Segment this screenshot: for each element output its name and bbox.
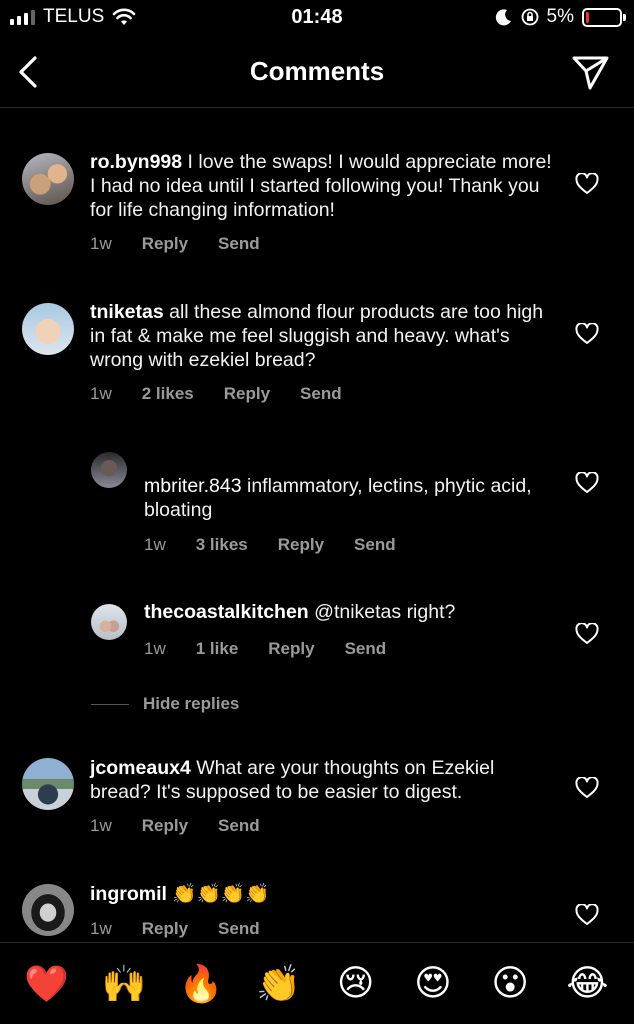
comment-text: jcomeaux4 What are your thoughts on Ezek… — [90, 756, 560, 804]
timestamp: 1w — [90, 919, 112, 938]
divider — [91, 703, 129, 705]
heart-icon[interactable] — [575, 323, 599, 345]
battery-icon — [582, 7, 626, 27]
battery-percent: 5% — [546, 6, 574, 27]
username[interactable]: jcomeaux4 — [90, 757, 191, 779]
avatar[interactable] — [91, 452, 127, 488]
send-button[interactable]: Send — [354, 535, 396, 555]
clapping-emoji-button[interactable]: 👏 — [250, 963, 306, 1005]
username[interactable]: tniketas — [90, 301, 164, 323]
heart-icon[interactable] — [575, 777, 599, 799]
heart-icon[interactable] — [575, 623, 599, 645]
heart-icon[interactable] — [575, 472, 599, 494]
comment-meta: 1w Reply Send — [90, 816, 290, 836]
hide-replies-label: Hide replies — [143, 694, 240, 713]
likes-count[interactable]: 2 likes — [142, 384, 194, 404]
reply-button[interactable]: Reply — [142, 816, 188, 836]
share-button[interactable] — [570, 52, 610, 92]
laughing-emoji-button[interactable]: 😂 — [559, 963, 615, 1004]
comment-meta: 1w Reply Send — [90, 234, 290, 254]
timestamp: 1w — [90, 384, 112, 403]
moon-icon — [495, 9, 511, 26]
reply-button[interactable]: Reply — [224, 384, 270, 404]
raised-hands-emoji-button[interactable]: 🙌 — [96, 963, 152, 1005]
emoji-reaction-bar: ❤️ 🙌 🔥 👏 😢 😍 😮 😂 — [0, 942, 634, 1024]
comment-text: thecoastalkitchen @tniketas right? — [144, 600, 559, 624]
header: Comments — [0, 36, 634, 108]
status-right: 5% — [495, 6, 626, 28]
comment-meta: 1w Reply Send — [90, 919, 290, 939]
heart-emoji-button[interactable]: ❤️ — [19, 963, 75, 1005]
avatar[interactable] — [22, 303, 74, 355]
send-button[interactable]: Send — [218, 919, 260, 939]
avatar[interactable] — [22, 758, 74, 810]
avatar[interactable] — [22, 884, 74, 936]
timestamp: 1w — [144, 535, 166, 554]
hide-replies-button[interactable]: Hide replies — [91, 694, 239, 714]
reply-button[interactable]: Reply — [268, 639, 314, 659]
crying-emoji-button[interactable]: 😢 — [328, 963, 384, 1004]
username[interactable]: ro.byn998 — [90, 151, 182, 173]
page-title: Comments — [249, 56, 385, 86]
comment-meta: 1w 1 like Reply Send — [144, 639, 416, 659]
username[interactable]: thecoastalkitchen — [144, 601, 309, 623]
comment-body: 👏👏👏👏 — [166, 883, 270, 905]
status-bar: TELUS 01:48 5% — [0, 0, 634, 36]
fire-emoji-button[interactable]: 🔥 — [173, 963, 229, 1005]
battery-level — [586, 11, 589, 23]
reply-button[interactable]: Reply — [142, 919, 188, 939]
username[interactable]: ingromil — [90, 883, 167, 905]
timestamp: 1w — [90, 234, 112, 253]
heart-icon[interactable] — [575, 173, 599, 195]
timestamp: 1w — [144, 639, 166, 658]
likes-count[interactable]: 1 like — [196, 639, 239, 659]
timestamp: 1w — [90, 816, 112, 835]
heart-eyes-emoji-button[interactable]: 😍 — [405, 963, 461, 1004]
comment-text: tniketas all these almond flour products… — [90, 300, 560, 372]
paper-plane-icon — [572, 56, 609, 90]
username[interactable]: mbriter.843 — [144, 475, 242, 497]
comment-meta: 1w 2 likes Reply Send — [90, 384, 372, 404]
comment-text: ingromil 👏👏👏👏 — [90, 882, 560, 906]
avatar[interactable] — [91, 604, 127, 640]
reply-button[interactable]: Reply — [142, 234, 188, 254]
reply-button[interactable]: Reply — [278, 535, 324, 555]
send-button[interactable]: Send — [218, 816, 260, 836]
send-button[interactable]: Send — [345, 639, 387, 659]
comment-text: ro.byn998 I love the swaps! I would appr… — [90, 150, 560, 222]
orientation-lock-icon — [521, 8, 538, 26]
heart-icon[interactable] — [575, 904, 599, 926]
comment-text: mbriter.843 inflammatory, lectins, phyti… — [144, 474, 559, 522]
likes-count[interactable]: 3 likes — [196, 535, 248, 555]
comment-body: @tniketas right? — [308, 601, 456, 623]
send-button[interactable]: Send — [218, 234, 260, 254]
surprised-emoji-button[interactable]: 😮 — [482, 963, 538, 1004]
send-button[interactable]: Send — [300, 384, 342, 404]
avatar[interactable] — [22, 153, 74, 205]
comment-meta: 1w 3 likes Reply Send — [144, 535, 426, 555]
comment-list: ro.byn998 I love the swaps! I would appr… — [0, 108, 634, 942]
